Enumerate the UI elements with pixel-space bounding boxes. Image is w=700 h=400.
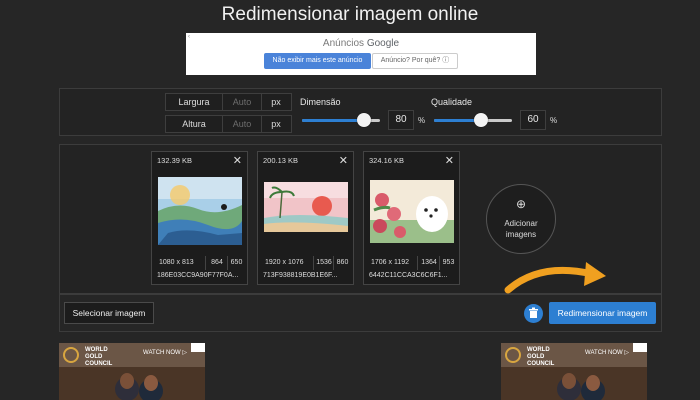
file-size: 324.16 KB — [369, 156, 405, 165]
new-width-input[interactable]: 1364 — [417, 256, 440, 270]
ad-brand-line3: COUNCIL — [527, 361, 555, 367]
world-gold-council-ad[interactable]: WORLD GOLD COUNCIL WATCH NOW ▷ — [501, 343, 647, 400]
dimension-slider[interactable] — [302, 113, 380, 127]
original-resolution: 1920 x 1076 — [265, 259, 304, 266]
add-images-label-line1: Adicionar — [504, 219, 538, 228]
ad-label-prefix: Anúncios — [322, 38, 367, 49]
new-height-input[interactable]: 953 — [439, 256, 457, 270]
image-card: 324.16 KB ✕ 1706 x 1192 1364 953 6442C11… — [363, 151, 460, 285]
ad-brand-line1: WORLD — [85, 347, 108, 353]
quality-slider-thumb[interactable] — [473, 113, 488, 127]
world-gold-council-ad[interactable]: WORLD GOLD COUNCIL WATCH NOW ▷ — [59, 343, 205, 400]
file-size: 132.39 KB — [157, 156, 193, 165]
watch-now-link[interactable]: WATCH NOW ▷ — [585, 349, 629, 356]
add-icon: ⊕ — [515, 197, 527, 211]
ad-brand-line3: COUNCIL — [85, 361, 113, 367]
close-icon[interactable]: ✕ — [445, 154, 454, 167]
ad-label-brand: Google — [366, 38, 400, 49]
gold-logo-icon — [505, 347, 521, 363]
dimension-value[interactable]: 80 — [388, 110, 414, 130]
google-ad-banner: ‹ Anúncios Google Não exibir mais este a… — [186, 33, 536, 75]
width-label: Largura — [178, 97, 210, 107]
height-field: Altura Auto px — [165, 115, 292, 133]
close-icon[interactable]: ✕ — [339, 154, 348, 167]
ad-brand-line1: WORLD — [527, 347, 550, 353]
image-thumbnail[interactable] — [370, 180, 454, 243]
trash-icon[interactable] — [524, 304, 543, 323]
file-size: 200.13 KB — [263, 156, 299, 165]
resize-image-button[interactable]: Redimensionar imagem — [549, 302, 656, 324]
new-height-input[interactable]: 860 — [333, 256, 351, 270]
add-images-button[interactable]: ⊕ Adicionar imagens — [486, 184, 556, 254]
dimension-slider-thumb[interactable] — [357, 113, 372, 127]
height-input[interactable]: Auto — [222, 116, 262, 132]
file-name: 6442C11CCA3C6C6F1... — [369, 272, 448, 279]
ad-brand: WORLD GOLD COUNCIL — [85, 347, 112, 368]
stop-seeing-ad-button[interactable]: Não exibir mais este anúncio — [264, 53, 371, 69]
resize-settings-panel: Largura Auto px Altura Auto px Dimensão … — [59, 88, 662, 136]
ad-brand-line2: GOLD — [527, 354, 545, 360]
new-width-input[interactable]: 1536 — [313, 256, 334, 270]
ad-choices-icon[interactable] — [191, 343, 205, 352]
dimension-row: 1920 x 1076 1536 860 — [261, 256, 350, 270]
add-images-label: Adicionar imagens — [487, 218, 555, 240]
page-title: Redimensionar imagem online — [221, 4, 479, 25]
dimension-slider-fill — [302, 119, 365, 122]
quality-value[interactable]: 60 — [520, 110, 546, 130]
pointer-arrow-icon — [504, 262, 606, 294]
ad-label: Anúncios Google — [186, 38, 536, 49]
original-resolution: 1080 x 813 — [159, 259, 194, 266]
quality-slider[interactable] — [434, 113, 512, 127]
ad-brand: WORLD GOLD COUNCIL — [527, 347, 554, 368]
ad-choices-icon[interactable] — [633, 343, 647, 352]
height-unit: px — [271, 119, 281, 129]
image-card: 132.39 KB ✕ 1080 x 813 864 650 186E03CC9… — [151, 151, 248, 285]
select-image-button[interactable]: Selecionar imagem — [64, 302, 154, 324]
why-this-ad-button[interactable]: Anúncio? Por quê? ⓘ — [372, 53, 458, 69]
image-card: 200.13 KB ✕ 1920 x 1076 1536 860 713F938… — [257, 151, 354, 285]
width-field: Largura Auto px — [165, 93, 292, 111]
file-name: 713F938819E0B1E6F... — [263, 272, 338, 279]
quality-unit: % — [550, 116, 558, 125]
width-input[interactable]: Auto — [222, 94, 262, 110]
dimension-row: 1080 x 813 864 650 — [155, 256, 244, 270]
new-height-input[interactable]: 650 — [227, 256, 245, 270]
width-unit: px — [271, 97, 281, 107]
dimension-row: 1706 x 1192 1364 953 — [367, 256, 456, 270]
dimension-label: Dimensão — [300, 97, 341, 107]
dimension-unit: % — [418, 116, 426, 125]
watch-now-link[interactable]: WATCH NOW ▷ — [143, 349, 187, 356]
original-resolution: 1706 x 1192 — [371, 259, 410, 266]
ad-brand-line2: GOLD — [85, 354, 103, 360]
image-thumbnail[interactable] — [158, 177, 242, 245]
quality-label: Qualidade — [431, 97, 473, 107]
file-name: 186E03CC9A90F77F0A... — [157, 272, 239, 279]
gold-logo-icon — [63, 347, 79, 363]
close-icon[interactable]: ✕ — [233, 154, 242, 167]
new-width-input[interactable]: 864 — [205, 256, 228, 270]
add-images-label-line2: imagens — [505, 230, 537, 239]
height-label: Altura — [182, 119, 206, 129]
image-thumbnail[interactable] — [264, 182, 348, 232]
